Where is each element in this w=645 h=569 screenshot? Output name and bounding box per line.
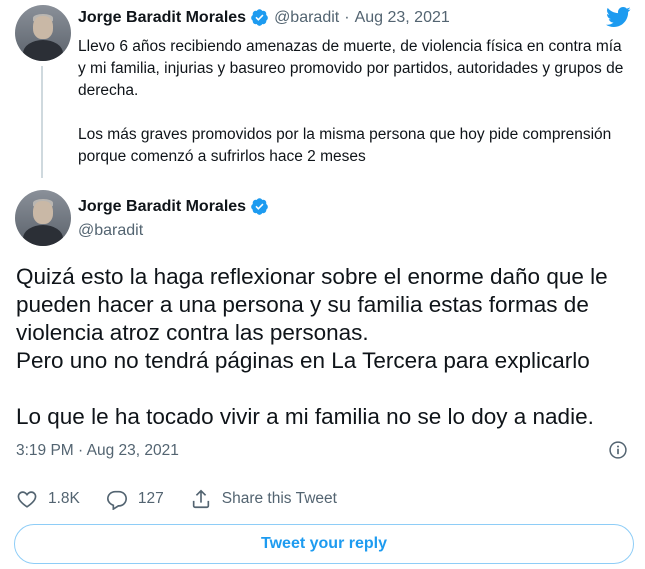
first-tweet-body: Llevo 6 años recibiendo amenazas de muer… (78, 36, 628, 168)
reply-bubble-icon (106, 490, 127, 510)
share-label: Share this Tweet (221, 490, 337, 507)
author-handle[interactable]: @baradit (78, 222, 143, 240)
tweet-paragraph: Los más graves promovidos por la misma p… (78, 126, 612, 165)
like-count: 1.8K (48, 490, 80, 507)
avatar-body (22, 224, 64, 246)
tweet-paragraph: Lo que le ha tocado vivir a mi familia n… (16, 404, 594, 429)
reply-button[interactable]: 127 (106, 488, 164, 510)
tweet-date[interactable]: Aug 23, 2021 (355, 9, 450, 27)
tweet-paragraph: Llevo 6 años recibiendo amenazas de muer… (78, 38, 624, 99)
thread-connector-line (41, 66, 43, 178)
avatar-face (33, 16, 53, 39)
avatar-body (22, 39, 64, 61)
verified-badge-icon (251, 9, 268, 26)
info-icon[interactable] (608, 440, 628, 460)
main-tweet-header: Jorge Baradit Morales (78, 197, 269, 216)
tweet-paragraph: Quizá esto la haga reflexionar sobre el … (16, 264, 608, 373)
avatar[interactable] (15, 5, 71, 61)
tweet-your-reply-button[interactable]: Tweet your reply (14, 524, 634, 564)
avatar-face (33, 201, 53, 224)
avatar[interactable] (15, 190, 71, 246)
share-button[interactable]: Share this Tweet (190, 488, 337, 510)
author-name[interactable]: Jorge Baradit Morales (78, 198, 246, 216)
tweet-timestamp[interactable]: 3:19 PM · Aug 23, 2021 (16, 442, 179, 460)
tweet-actions: 1.8K 127 Share this Tweet (16, 488, 363, 510)
main-tweet-body: Quizá esto la haga reflexionar sobre el … (16, 263, 636, 431)
share-icon (192, 489, 209, 509)
like-button[interactable]: 1.8K (16, 488, 80, 510)
author-handle[interactable]: @baradit (274, 9, 339, 27)
verified-badge-icon (251, 198, 268, 215)
tweet-timestamp-row: 3:19 PM · Aug 23, 2021 (16, 440, 628, 460)
separator: · (344, 8, 350, 26)
twitter-bird-icon[interactable] (605, 4, 631, 30)
heart-icon (17, 491, 37, 508)
author-name[interactable]: Jorge Baradit Morales (78, 9, 246, 27)
reply-count: 127 (137, 490, 164, 507)
first-tweet-header: Jorge Baradit Morales @baradit · Aug 23,… (78, 8, 450, 27)
